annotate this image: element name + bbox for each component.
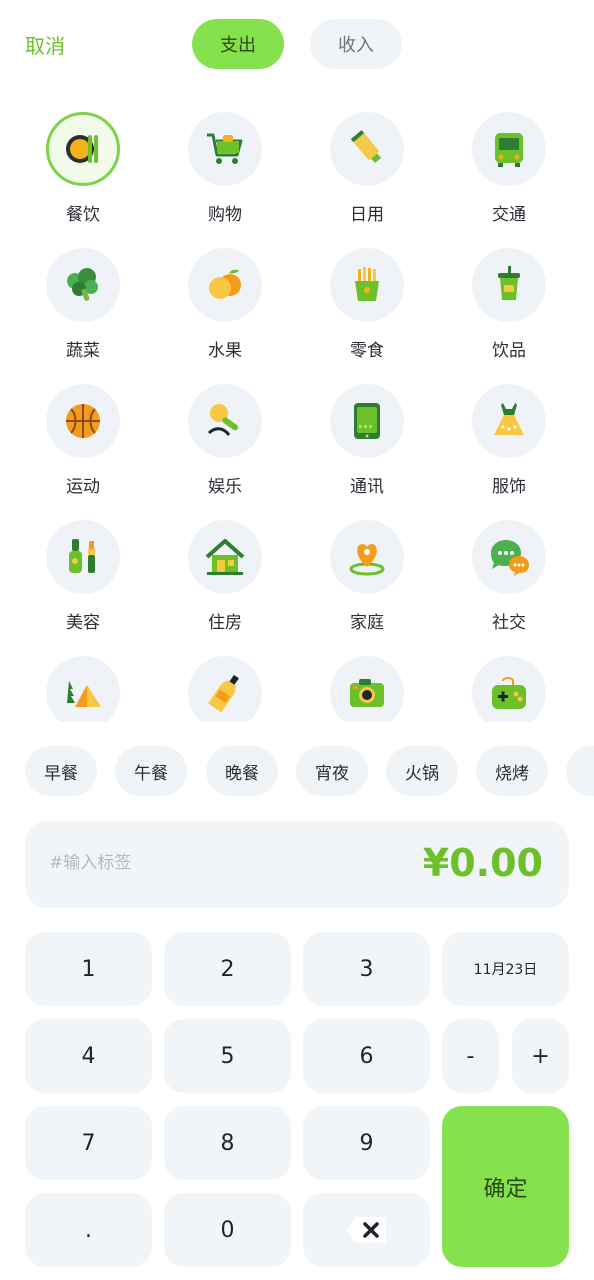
chip-hotpot[interactable]: 火锅 bbox=[386, 746, 458, 796]
orange-icon bbox=[188, 248, 262, 322]
tab-income[interactable]: 收入 bbox=[310, 19, 402, 69]
category-games[interactable] bbox=[459, 644, 559, 722]
category-label: 餐饮 bbox=[66, 205, 100, 225]
basketball-icon bbox=[46, 384, 120, 458]
family-heart-icon bbox=[330, 520, 404, 594]
category-social[interactable]: 社交 bbox=[459, 508, 559, 638]
tent-icon bbox=[46, 656, 120, 722]
category-sports[interactable]: 运动 bbox=[33, 372, 133, 502]
category-vegetables[interactable]: 蔬菜 bbox=[33, 236, 133, 366]
category-label: 水果 bbox=[208, 341, 242, 361]
broccoli-icon bbox=[46, 248, 120, 322]
category-label: 购物 bbox=[208, 205, 242, 225]
category-label: 通讯 bbox=[350, 477, 384, 497]
category-label: 蔬菜 bbox=[66, 341, 100, 361]
subcategory-list: 早餐 午餐 晚餐 宵夜 火锅 烧烤 bbox=[25, 746, 594, 796]
camera-icon bbox=[330, 656, 404, 722]
category-drinks[interactable]: 饮品 bbox=[459, 236, 559, 366]
category-label: 社交 bbox=[492, 613, 526, 633]
cancel-button[interactable]: 取消 bbox=[25, 30, 65, 59]
bottle-icon bbox=[188, 656, 262, 722]
backspace-button[interactable] bbox=[303, 1193, 430, 1267]
dress-icon bbox=[472, 384, 546, 458]
category-label: 美容 bbox=[66, 613, 100, 633]
category-label: 家庭 bbox=[350, 613, 384, 633]
amount-panel: ¥0.00 bbox=[25, 821, 569, 908]
category-label: 零食 bbox=[350, 341, 384, 361]
amount-display: ¥0.00 bbox=[422, 841, 543, 885]
microphone-icon bbox=[188, 384, 262, 458]
category-label: 服饰 bbox=[492, 477, 526, 497]
backspace-icon bbox=[346, 1217, 386, 1243]
chip-bbq[interactable]: 烧烤 bbox=[476, 746, 548, 796]
category-photography[interactable] bbox=[317, 644, 417, 722]
key-8[interactable]: 8 bbox=[164, 1106, 291, 1180]
chip-dinner[interactable]: 晚餐 bbox=[206, 746, 278, 796]
chip-lunch[interactable]: 午餐 bbox=[115, 746, 187, 796]
category-label: 住房 bbox=[208, 613, 242, 633]
key-dot[interactable]: . bbox=[25, 1193, 152, 1267]
dining-icon bbox=[46, 112, 120, 186]
key-plus[interactable]: + bbox=[512, 1019, 569, 1093]
category-grid: 餐饮 购物 日用 交通 蔬菜 水果 零食 饮品 运动 娱乐 通讯 服饰 美容 住… bbox=[0, 100, 594, 722]
category-snacks[interactable]: 零食 bbox=[317, 236, 417, 366]
confirm-button[interactable]: 确定 bbox=[442, 1106, 569, 1267]
category-transport[interactable]: 交通 bbox=[459, 100, 559, 230]
category-beauty[interactable]: 美容 bbox=[33, 508, 133, 638]
shopping-cart-icon bbox=[188, 112, 262, 186]
chip-late-night[interactable]: 宵夜 bbox=[296, 746, 368, 796]
key-7[interactable]: 7 bbox=[25, 1106, 152, 1180]
tab-expense[interactable]: 支出 bbox=[192, 19, 284, 69]
key-0[interactable]: 0 bbox=[164, 1193, 291, 1267]
category-alcohol[interactable] bbox=[175, 644, 275, 722]
category-label: 运动 bbox=[66, 477, 100, 497]
key-5[interactable]: 5 bbox=[164, 1019, 291, 1093]
key-3[interactable]: 3 bbox=[303, 932, 430, 1006]
chat-bubbles-icon bbox=[472, 520, 546, 594]
tag-input[interactable] bbox=[49, 853, 329, 873]
bus-icon bbox=[472, 112, 546, 186]
key-9[interactable]: 9 bbox=[303, 1106, 430, 1180]
date-picker-button[interactable]: 11月23日 bbox=[442, 932, 569, 1006]
key-6[interactable]: 6 bbox=[303, 1019, 430, 1093]
category-travel[interactable] bbox=[33, 644, 133, 722]
game-console-icon bbox=[472, 656, 546, 722]
chip-breakfast[interactable]: 早餐 bbox=[25, 746, 97, 796]
category-label: 交通 bbox=[492, 205, 526, 225]
category-shopping[interactable]: 购物 bbox=[175, 100, 275, 230]
key-2[interactable]: 2 bbox=[164, 932, 291, 1006]
nail-polish-icon bbox=[46, 520, 120, 594]
chip-more[interactable] bbox=[566, 746, 594, 796]
category-dining[interactable]: 餐饮 bbox=[33, 100, 133, 230]
category-daily[interactable]: 日用 bbox=[317, 100, 417, 230]
house-icon bbox=[188, 520, 262, 594]
key-1[interactable]: 1 bbox=[25, 932, 152, 1006]
category-entertainment[interactable]: 娱乐 bbox=[175, 372, 275, 502]
category-family[interactable]: 家庭 bbox=[317, 508, 417, 638]
daily-tube-icon bbox=[330, 112, 404, 186]
category-label: 日用 bbox=[350, 205, 384, 225]
category-telecom[interactable]: 通讯 bbox=[317, 372, 417, 502]
category-label: 饮品 bbox=[492, 341, 526, 361]
key-minus[interactable]: - bbox=[442, 1019, 499, 1093]
phone-icon bbox=[330, 384, 404, 458]
drink-cup-icon bbox=[472, 248, 546, 322]
key-4[interactable]: 4 bbox=[25, 1019, 152, 1093]
category-label: 娱乐 bbox=[208, 477, 242, 497]
fries-icon bbox=[330, 248, 404, 322]
category-fruit[interactable]: 水果 bbox=[175, 236, 275, 366]
category-housing[interactable]: 住房 bbox=[175, 508, 275, 638]
category-clothing[interactable]: 服饰 bbox=[459, 372, 559, 502]
